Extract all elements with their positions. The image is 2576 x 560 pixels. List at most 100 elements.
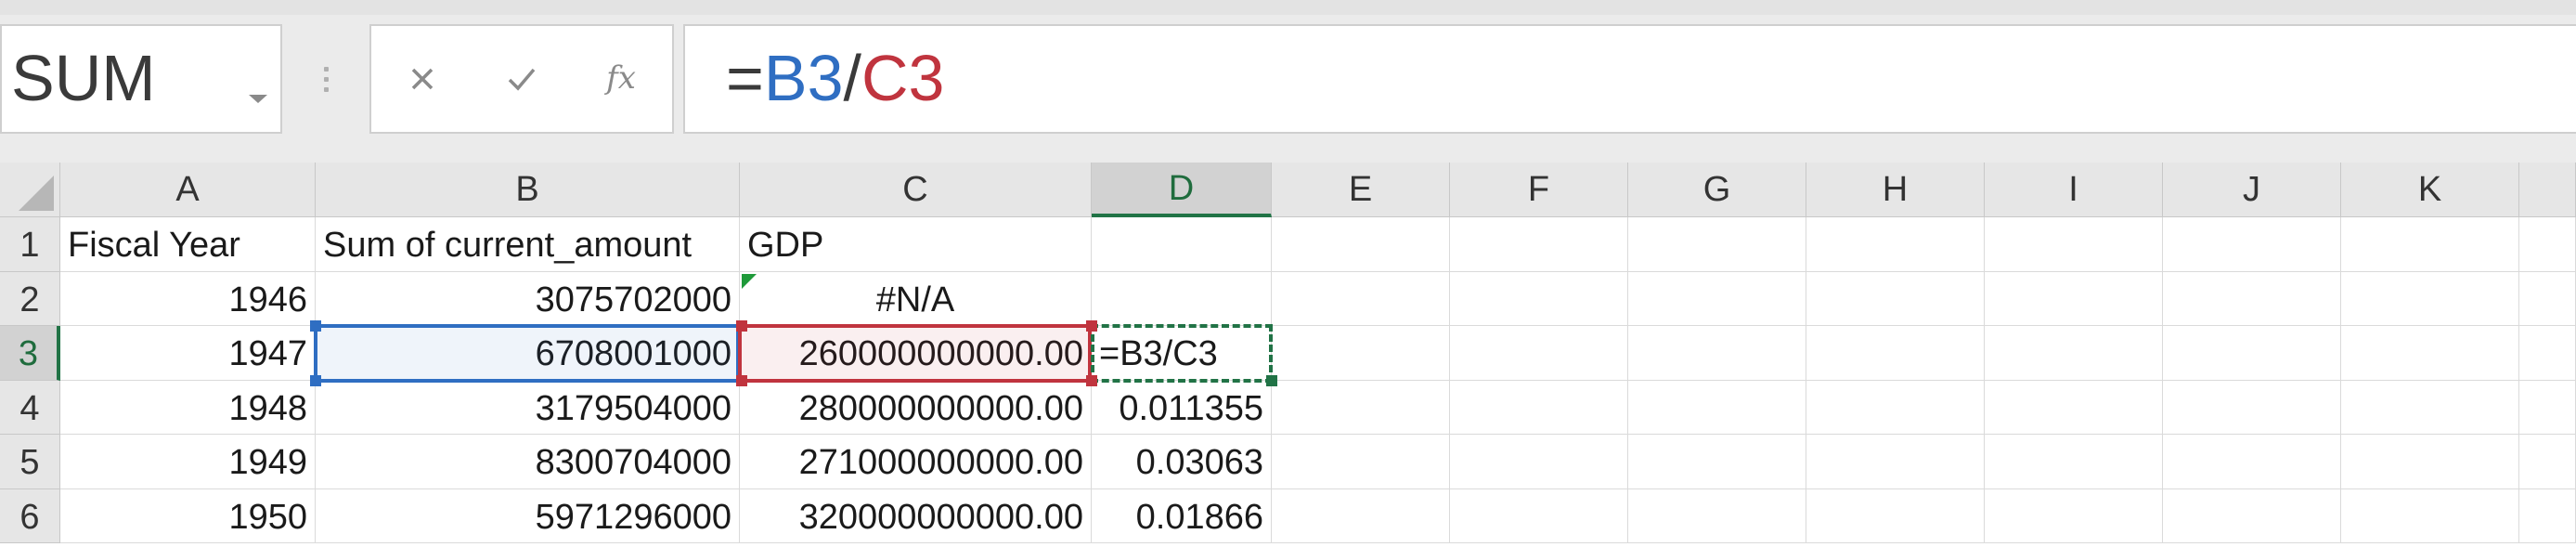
cell-e6[interactable]	[1272, 488, 1450, 543]
row-header-1[interactable]: 1	[0, 217, 60, 272]
cell-j3[interactable]	[2163, 326, 2341, 381]
cell-h4[interactable]	[1806, 380, 1985, 435]
row-header-3[interactable]: 3	[0, 326, 60, 381]
cell-d5[interactable]: 0.03063	[1092, 435, 1272, 489]
cell-next3[interactable]	[2519, 326, 2576, 381]
column-header-h[interactable]: H	[1806, 163, 1985, 217]
cell-k4[interactable]	[2341, 380, 2519, 435]
cell-g2[interactable]	[1628, 271, 1806, 326]
cell-a5[interactable]: 1949	[60, 435, 316, 489]
drag-grip-icon[interactable]	[324, 67, 330, 98]
column-header-g[interactable]: G	[1628, 163, 1806, 217]
cell-next2[interactable]	[2519, 271, 2576, 326]
resize-handle-c3-tr[interactable]	[1086, 320, 1097, 332]
cell-e3[interactable]	[1272, 326, 1450, 381]
cell-c5[interactable]: 271000000000.00	[740, 435, 1092, 489]
column-header-c[interactable]: C	[740, 163, 1092, 217]
chevron-down-icon[interactable]	[249, 95, 267, 103]
resize-handle-c3-br[interactable]	[1086, 374, 1097, 386]
cell-a1[interactable]: Fiscal Year	[60, 217, 316, 272]
cell-h3[interactable]	[1806, 326, 1985, 381]
cell-i5[interactable]	[1985, 435, 2163, 489]
column-header-j[interactable]: J	[2163, 163, 2341, 217]
fill-handle-d3[interactable]	[1266, 374, 1277, 386]
cell-a3[interactable]: 1947	[60, 326, 316, 381]
cell-k6[interactable]	[2341, 488, 2519, 543]
cell-d4[interactable]: 0.011355	[1092, 380, 1272, 435]
cell-h2[interactable]	[1806, 271, 1985, 326]
cell-g4[interactable]	[1628, 380, 1806, 435]
cell-b6[interactable]: 5971296000	[316, 488, 740, 543]
cell-b2[interactable]: 3075702000	[316, 271, 740, 326]
cell-h6[interactable]	[1806, 488, 1985, 543]
cell-k2[interactable]	[2341, 271, 2519, 326]
column-header-a[interactable]: A	[60, 163, 316, 217]
cell-e4[interactable]	[1272, 380, 1450, 435]
insert-function-button[interactable]: fx	[598, 56, 644, 102]
cell-e2[interactable]	[1272, 271, 1450, 326]
column-header-e[interactable]: E	[1272, 163, 1450, 217]
cell-b1[interactable]: Sum of current_amount	[316, 217, 740, 272]
cell-i4[interactable]	[1985, 380, 2163, 435]
column-header-f[interactable]: F	[1450, 163, 1628, 217]
cell-e5[interactable]	[1272, 435, 1450, 489]
cell-k3[interactable]	[2341, 326, 2519, 381]
cell-d1[interactable]	[1092, 217, 1272, 272]
cell-d6[interactable]: 0.01866	[1092, 488, 1272, 543]
cell-k5[interactable]	[2341, 435, 2519, 489]
cell-next4[interactable]	[2519, 380, 2576, 435]
cell-k1[interactable]	[2341, 217, 2519, 272]
cell-f5[interactable]	[1450, 435, 1628, 489]
cell-e1[interactable]	[1272, 217, 1450, 272]
cell-next6[interactable]	[2519, 488, 2576, 543]
cell-g6[interactable]	[1628, 488, 1806, 543]
cell-f6[interactable]	[1450, 488, 1628, 543]
cell-i2[interactable]	[1985, 271, 2163, 326]
cell-c1[interactable]: GDP	[740, 217, 1092, 272]
name-box[interactable]: SUM	[0, 24, 282, 134]
row-header-4[interactable]: 4	[0, 380, 60, 435]
cell-j2[interactable]	[2163, 271, 2341, 326]
formula-input[interactable]: =B3/C3	[683, 24, 2576, 134]
column-header-next[interactable]	[2519, 163, 2576, 217]
row-header-5[interactable]: 5	[0, 435, 60, 489]
cell-f3[interactable]	[1450, 326, 1628, 381]
cell-c6[interactable]: 320000000000.00	[740, 488, 1092, 543]
cell-j6[interactable]	[2163, 488, 2341, 543]
cell-c2[interactable]: #N/A	[740, 271, 1092, 326]
resize-handle-b3-tl[interactable]	[310, 320, 321, 332]
cell-a6[interactable]: 1950	[60, 488, 316, 543]
column-header-k[interactable]: K	[2341, 163, 2519, 217]
column-header-i[interactable]: I	[1985, 163, 2163, 217]
cell-g5[interactable]	[1628, 435, 1806, 489]
cell-g3[interactable]	[1628, 326, 1806, 381]
resize-handle-b3-bl[interactable]	[310, 374, 321, 386]
enter-button[interactable]	[498, 56, 545, 102]
cancel-button[interactable]	[399, 56, 446, 102]
cell-b5[interactable]: 8300704000	[316, 435, 740, 489]
column-header-b[interactable]: B	[316, 163, 740, 217]
cell-h5[interactable]	[1806, 435, 1985, 489]
cell-f1[interactable]	[1450, 217, 1628, 272]
cell-a2[interactable]: 1946	[60, 271, 316, 326]
resize-handle-c3-bl[interactable]	[736, 374, 747, 386]
cell-next1[interactable]	[2519, 217, 2576, 272]
cell-i3[interactable]	[1985, 326, 2163, 381]
cell-d2[interactable]	[1092, 271, 1272, 326]
cell-f4[interactable]	[1450, 380, 1628, 435]
cell-i6[interactable]	[1985, 488, 2163, 543]
cell-c4[interactable]: 280000000000.00	[740, 380, 1092, 435]
cell-g1[interactable]	[1628, 217, 1806, 272]
cell-j1[interactable]	[2163, 217, 2341, 272]
cell-h1[interactable]	[1806, 217, 1985, 272]
select-all-button[interactable]	[0, 163, 60, 217]
row-header-2[interactable]: 2	[0, 271, 60, 326]
cell-f2[interactable]	[1450, 271, 1628, 326]
cell-j4[interactable]	[2163, 380, 2341, 435]
cell-i1[interactable]	[1985, 217, 2163, 272]
error-indicator-icon[interactable]	[742, 273, 757, 289]
resize-handle-c3-tl[interactable]	[736, 320, 747, 332]
column-header-d[interactable]: D	[1092, 163, 1272, 217]
cell-j5[interactable]	[2163, 435, 2341, 489]
cell-b4[interactable]: 3179504000	[316, 380, 740, 435]
